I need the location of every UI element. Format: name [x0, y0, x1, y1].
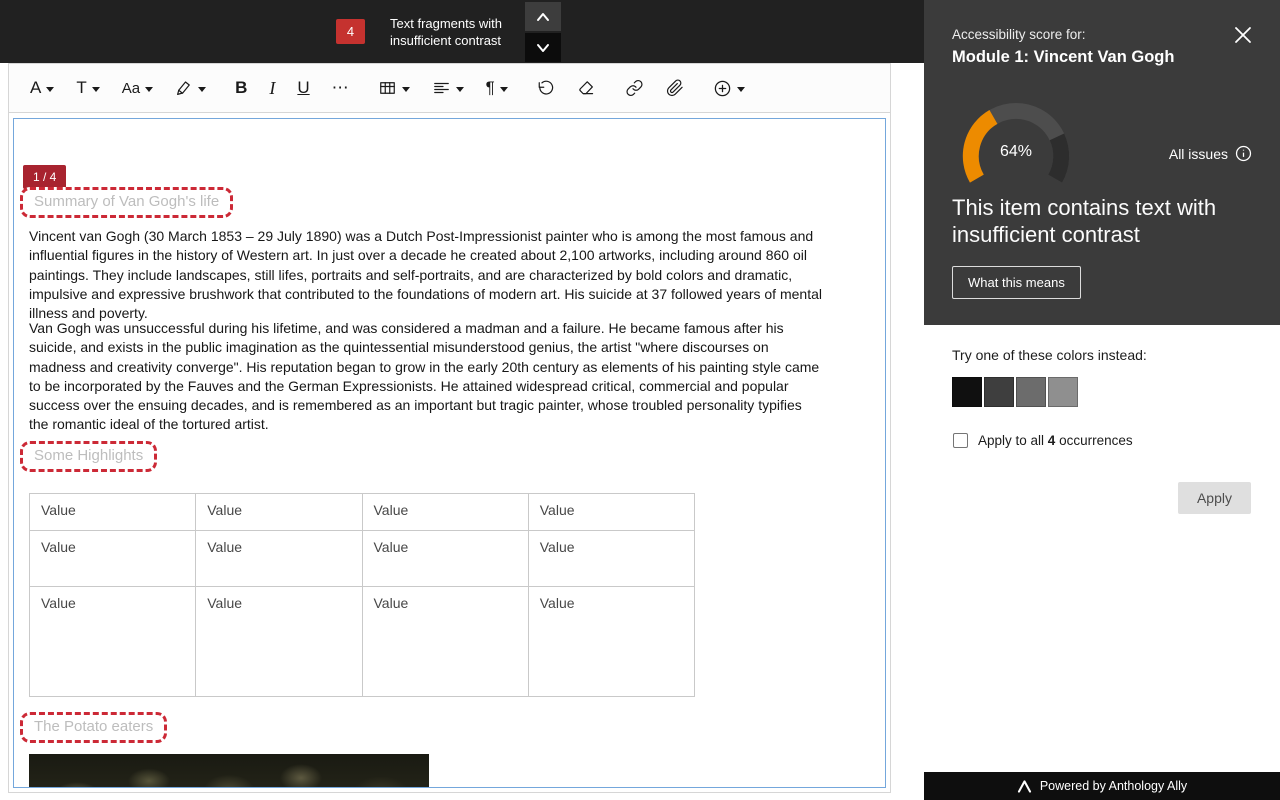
table-cell[interactable]: Value — [362, 587, 528, 697]
chevron-down-icon — [92, 87, 100, 92]
alignment-button[interactable] — [423, 71, 473, 105]
table-cell[interactable]: Value — [362, 531, 528, 587]
text-style-button[interactable]: T — [67, 71, 108, 105]
table-cell[interactable]: Value — [196, 494, 362, 531]
more-formatting-button[interactable]: ⋯ — [323, 71, 358, 105]
table-row: Value Value Value Value — [30, 531, 695, 587]
italic-button[interactable]: I — [260, 71, 284, 105]
rce-content-area[interactable]: 1 / 4 Summary of Van Gogh's life Vincent… — [13, 118, 886, 788]
underline-button[interactable]: U — [288, 71, 318, 105]
color-swatch-4[interactable] — [1048, 377, 1078, 407]
table-row: Value Value Value Value — [30, 587, 695, 697]
color-suggestion-label: Try one of these colors instead: — [952, 347, 1147, 363]
table-cell[interactable]: Value — [528, 494, 694, 531]
previous-issue-button[interactable] — [525, 2, 561, 31]
potato-eaters-image[interactable] — [29, 754, 429, 788]
table-cell[interactable]: Value — [528, 531, 694, 587]
next-issue-button[interactable] — [525, 33, 561, 62]
align-left-icon — [432, 79, 451, 97]
flagged-heading-potato-eaters[interactable]: The Potato eaters — [20, 712, 167, 743]
issue-type-line1: Text fragments with — [390, 15, 502, 32]
apply-all-checkbox[interactable] — [953, 433, 968, 448]
chevron-up-icon — [536, 12, 550, 22]
rich-text-editor: A T Aa B I U ⋯ ¶ — [8, 63, 891, 793]
attach-file-button[interactable] — [657, 71, 693, 105]
chevron-down-icon — [456, 87, 464, 92]
module-title: Module 1: Vincent Van Gogh — [952, 48, 1174, 67]
what-this-means-button[interactable]: What this means — [952, 266, 1081, 299]
info-icon — [1235, 145, 1252, 162]
link-icon — [625, 79, 644, 97]
body-paragraph-1: Vincent van Gogh (30 March 1853 – 29 Jul… — [29, 227, 824, 323]
close-panel-button[interactable] — [1232, 25, 1254, 47]
issue-position-badge: 1 / 4 — [23, 165, 66, 189]
chevron-down-icon — [737, 87, 745, 92]
close-icon — [1234, 26, 1252, 44]
issue-count-badge: 4 — [336, 19, 365, 44]
flagged-heading-highlights[interactable]: Some Highlights — [20, 441, 157, 472]
issue-headline: This item contains text with insufficien… — [952, 194, 1248, 248]
color-swatches — [952, 377, 1078, 407]
color-swatch-3[interactable] — [1016, 377, 1046, 407]
chevron-down-icon — [46, 87, 54, 92]
pilcrow-icon: ¶ — [486, 78, 495, 98]
all-issues-link[interactable]: All issues — [1169, 145, 1252, 162]
apply-all-label: Apply to all 4 occurrences — [978, 433, 1133, 448]
paragraph-format-button[interactable]: ¶ — [477, 71, 517, 105]
paperclip-icon — [666, 79, 684, 97]
table-cell[interactable]: Value — [196, 587, 362, 697]
undo-button[interactable] — [528, 71, 564, 105]
body-paragraph-2: Van Gogh was unsuccessful during his lif… — [29, 319, 824, 435]
undo-icon — [537, 79, 555, 97]
ally-footer: Powered by Anthology Ally — [924, 772, 1280, 800]
highlight-color-button[interactable] — [166, 71, 215, 105]
table-cell[interactable]: Value — [362, 494, 528, 531]
issue-type-line2: insufficient contrast — [390, 32, 502, 49]
chevron-down-icon — [536, 43, 550, 53]
table-cell[interactable]: Value — [196, 531, 362, 587]
plus-circle-icon — [713, 79, 732, 98]
color-swatch-2[interactable] — [984, 377, 1014, 407]
color-swatch-1[interactable] — [952, 377, 982, 407]
footer-text: Powered by Anthology Ally — [1040, 779, 1187, 793]
flagged-heading-summary[interactable]: Summary of Van Gogh's life — [20, 187, 233, 218]
font-button[interactable]: Aa — [113, 71, 162, 105]
insert-table-button[interactable] — [369, 71, 419, 105]
table-row: Value Value Value Value — [30, 494, 695, 531]
panel-score-section: Accessibility score for: Module 1: Vince… — [924, 0, 1280, 325]
table-cell[interactable]: Value — [528, 587, 694, 697]
apply-all-row: Apply to all 4 occurrences — [953, 433, 1133, 448]
ally-accessibility-panel: Accessibility score for: Module 1: Vince… — [924, 0, 1280, 800]
text-color-button[interactable]: A — [21, 71, 63, 105]
bold-button[interactable]: B — [226, 71, 256, 105]
chevron-down-icon — [145, 87, 153, 92]
editor-toolbar: A T Aa B I U ⋯ ¶ — [9, 64, 890, 113]
content-table: Value Value Value Value Value Value Valu… — [29, 493, 695, 697]
table-cell[interactable]: Value — [30, 531, 196, 587]
score-value: 64% — [954, 143, 1078, 161]
clear-formatting-button[interactable] — [568, 71, 605, 105]
issue-type-label: Text fragments with insufficient contras… — [390, 15, 502, 49]
table-cell[interactable]: Value — [30, 494, 196, 531]
ellipsis-icon: ⋯ — [332, 78, 349, 98]
table-icon — [378, 79, 397, 97]
chevron-down-icon — [402, 87, 410, 92]
score-for-label: Accessibility score for: — [952, 27, 1086, 42]
table-cell[interactable]: Value — [30, 587, 196, 697]
insert-content-button[interactable] — [704, 71, 754, 105]
insert-link-button[interactable] — [616, 71, 653, 105]
chevron-down-icon — [500, 87, 508, 92]
eraser-icon — [577, 79, 596, 97]
apply-button[interactable]: Apply — [1178, 482, 1251, 514]
chevron-down-icon — [198, 87, 206, 92]
accessibility-score-gauge — [954, 94, 1078, 188]
highlighter-icon — [175, 79, 193, 97]
anthology-logo-icon — [1017, 780, 1032, 793]
contrast-issues-topbar: 4 Text fragments with insufficient contr… — [0, 0, 924, 63]
